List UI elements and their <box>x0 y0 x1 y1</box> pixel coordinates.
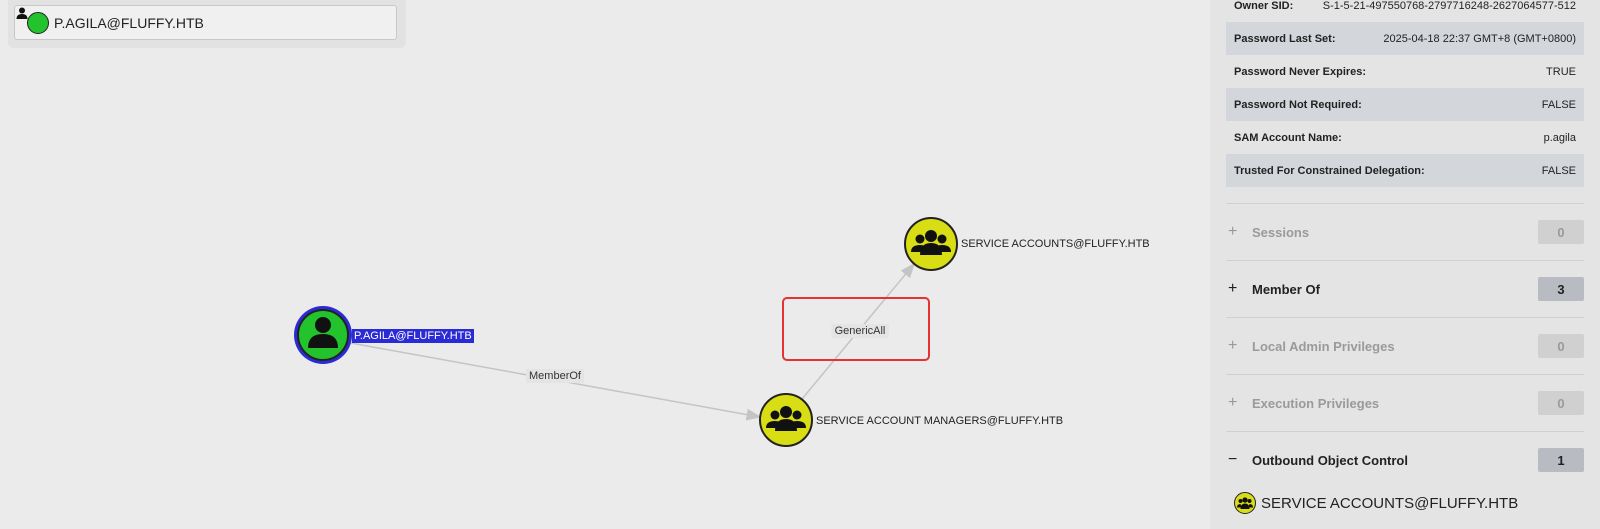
expand-icon[interactable]: + <box>1228 280 1244 298</box>
search-input[interactable]: P.AGILA@FLUFFY.HTB <box>14 5 397 40</box>
prop-row: SAM Account Name: p.agila <box>1226 121 1584 154</box>
properties-table: Owner SID: S-1-5-21-497550768-2797716248… <box>1226 0 1584 187</box>
section-title: Local Admin Privileges <box>1252 338 1395 354</box>
section-count: 0 <box>1538 334 1584 358</box>
prop-row: Password Not Required: FALSE <box>1226 88 1584 121</box>
section-count: 0 <box>1538 391 1584 415</box>
prop-value: TRUE <box>1546 65 1576 78</box>
section-execution-privileges[interactable]: + Execution Privileges 0 <box>1226 374 1584 431</box>
prop-key: SAM Account Name: <box>1234 131 1342 144</box>
prop-row: Password Never Expires: TRUE <box>1226 55 1584 88</box>
node-label-user[interactable]: P.AGILA@FLUFFY.HTB <box>352 329 474 343</box>
expand-icon[interactable]: + <box>1228 394 1244 412</box>
node-service-accounts[interactable] <box>904 217 958 271</box>
prop-row: Password Last Set: 2025-04-18 22:37 GMT+… <box>1226 22 1584 55</box>
section-count: 1 <box>1538 448 1584 472</box>
outbound-item-label: SERVICE ACCOUNTS@FLUFFY.HTB <box>1261 494 1519 512</box>
section-title: Sessions <box>1252 224 1310 240</box>
search-panel: P.AGILA@FLUFFY.HTB <box>8 0 406 48</box>
node-label-service-account-managers[interactable]: SERVICE ACCOUNT MANAGERS@FLUFFY.HTB <box>816 415 1063 427</box>
edge-label-memberof[interactable]: MemberOf <box>526 369 584 383</box>
section-member-of[interactable]: + Member Of 3 <box>1226 260 1584 317</box>
prop-value: FALSE <box>1541 164 1576 177</box>
section-sessions[interactable]: + Sessions 0 <box>1226 203 1584 260</box>
graph-edges <box>294 217 958 447</box>
prop-key: Password Not Required: <box>1234 98 1362 111</box>
section-local-admin-privileges[interactable]: + Local Admin Privileges 0 <box>1226 317 1584 374</box>
outbound-item[interactable]: SERVICE ACCOUNTS@FLUFFY.HTB <box>1226 492 1518 514</box>
section-title: Execution Privileges <box>1252 395 1380 411</box>
section-count: 0 <box>1538 220 1584 244</box>
prop-row: Trusted For Constrained Delegation: FALS… <box>1226 154 1584 187</box>
prop-value: 2025-04-18 22:37 GMT+8 (GMT+0800) <box>1383 32 1576 45</box>
edge-label-genericall[interactable]: GenericAll <box>831 324 889 338</box>
group-icon <box>1234 492 1256 514</box>
prop-value: p.agila <box>1543 131 1576 144</box>
node-service-account-managers[interactable] <box>759 393 813 447</box>
user-icon <box>16 7 49 34</box>
prop-key: Password Never Expires: <box>1234 65 1367 78</box>
prop-row: Owner SID: S-1-5-21-497550768-2797716248… <box>1226 0 1584 22</box>
section-title: Outbound Object Control <box>1252 452 1408 468</box>
prop-key: Owner SID: <box>1234 0 1294 12</box>
prop-value: S-1-5-21-497550768-2797716248-2627064577… <box>1322 0 1576 12</box>
section-count: 3 <box>1538 277 1584 301</box>
prop-key: Password Last Set: <box>1234 32 1336 45</box>
node-label-service-accounts[interactable]: SERVICE ACCOUNTS@FLUFFY.HTB <box>961 238 1150 250</box>
prop-key: Trusted For Constrained Delegation: <box>1234 164 1425 177</box>
section-outbound-object-control[interactable]: − Outbound Object Control 1 <box>1226 431 1584 488</box>
node-info-panel: Owner SID: S-1-5-21-497550768-2797716248… <box>1210 0 1600 529</box>
collapse-icon[interactable]: − <box>1228 451 1244 469</box>
search-value: P.AGILA@FLUFFY.HTB <box>54 14 204 31</box>
sections-list: + Sessions 0 + Member Of 3 + Local Admin… <box>1226 203 1584 488</box>
graph-canvas[interactable]: P.AGILA@FLUFFY.HTB P.AGILA@FLUFFY.HTB SE… <box>0 0 1210 529</box>
expand-icon[interactable]: + <box>1228 223 1244 241</box>
prop-value: FALSE <box>1541 98 1576 111</box>
node-user[interactable] <box>294 306 352 364</box>
section-title: Member Of <box>1252 281 1320 297</box>
expand-icon[interactable]: + <box>1228 337 1244 355</box>
